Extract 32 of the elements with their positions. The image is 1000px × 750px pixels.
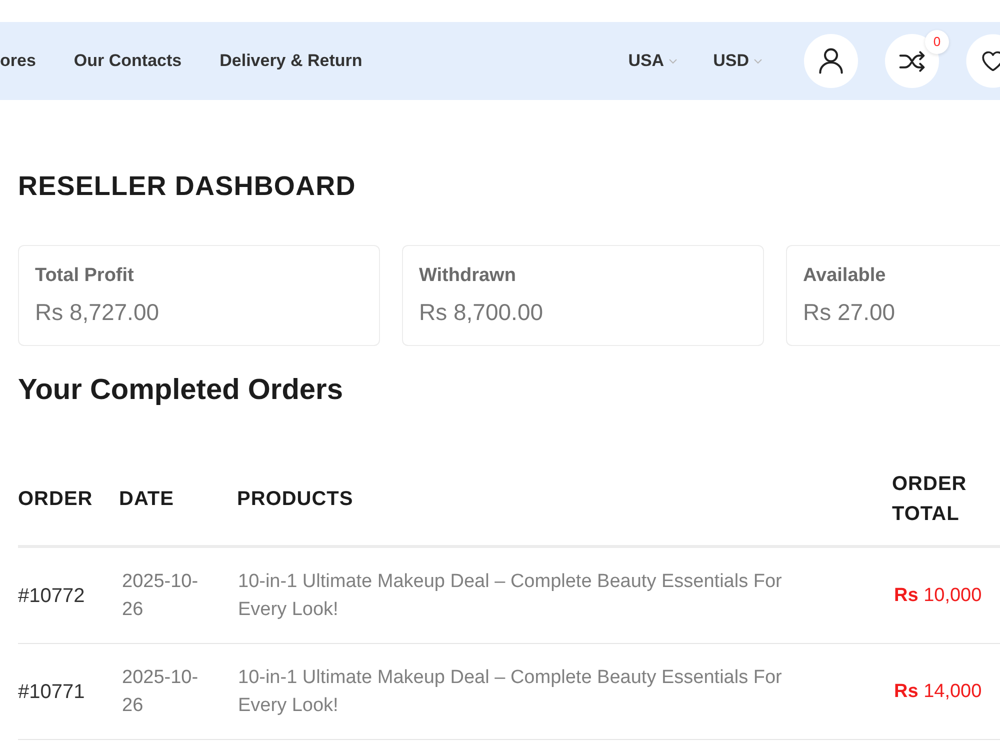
table-cell-text: 2025-10-26	[121, 666, 200, 718]
stat-value: Rs 8,700.00	[419, 298, 544, 327]
shuffle-icon	[899, 50, 925, 72]
stat-label: Available	[803, 264, 886, 288]
table-cell-text: #10771	[18, 680, 86, 704]
stat-value: Rs 8,727.00	[35, 298, 160, 327]
stat-label: Withdrawn	[419, 264, 516, 288]
table-cell-text: Rs 10,000	[893, 584, 983, 608]
count-badge: 0	[925, 30, 949, 54]
table-cell-text: 10-in-1 Ultimate Makeup Deal – Complete Beauty Essentials For Every Look!	[237, 666, 783, 718]
chevron-down-icon	[754, 58, 762, 64]
stat-label: Total Profit	[35, 264, 134, 288]
table-cell-text: 2025-10-26	[121, 570, 200, 622]
stat-value: Rs 27.00	[803, 298, 896, 327]
user-icon	[819, 48, 843, 74]
chevron-down-icon	[669, 58, 678, 64]
table-cell-text: Rs 14,000	[893, 680, 983, 704]
page-title: RESELLER DASHBOARD	[18, 170, 356, 202]
table-cell-text: #10772	[18, 584, 86, 608]
dropdown-selector[interactable]: USD	[713, 51, 762, 71]
column-header: PRODUCTS	[237, 486, 354, 512]
heart-icon	[982, 50, 1000, 72]
column-header: DATE	[119, 486, 175, 512]
heart-button[interactable]	[966, 34, 1000, 88]
nav-link[interactable]: Delivery & Return	[220, 51, 362, 71]
column-header: ORDER TOTAL	[892, 472, 968, 526]
nav-link[interactable]: Our Contacts	[74, 51, 182, 71]
table-cell-text: 10-in-1 Ultimate Makeup Deal – Complete Beauty Essentials For Every Look!	[237, 570, 783, 622]
column-header: ORDER	[18, 486, 94, 512]
nav-link[interactable]: ores	[0, 51, 36, 71]
dropdown-selector[interactable]: USA	[628, 51, 678, 71]
section-heading: Your Completed Orders	[18, 373, 343, 408]
